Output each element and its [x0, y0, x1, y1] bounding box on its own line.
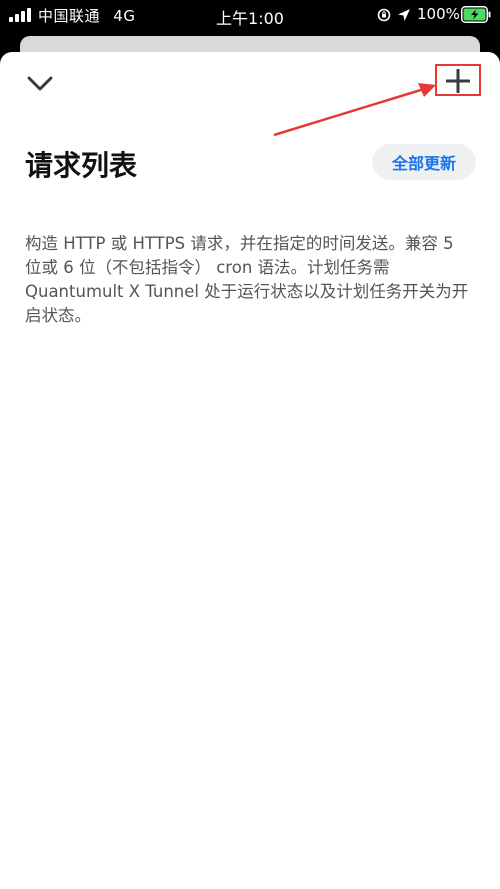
request-list-sheet: 请求列表 全部更新 构造 HTTP 或 HTTPS 请求，并在指定的时间发送。兼… — [0, 52, 500, 889]
rotation-lock-icon — [377, 8, 391, 22]
location-arrow-icon — [398, 9, 410, 21]
battery-charging-icon — [461, 6, 491, 23]
battery-percentage: 100% — [417, 5, 460, 23]
update-all-button[interactable]: 全部更新 — [372, 144, 476, 180]
status-bar: 中国联通 4G 上午1:00 100% — [0, 0, 500, 30]
page-title: 请求列表 — [25, 149, 138, 182]
description-text: 构造 HTTP 或 HTTPS 请求，并在指定的时间发送。兼容 5 位或 6 位… — [25, 234, 469, 325]
plus-icon — [446, 69, 470, 93]
chevron-down-icon[interactable] — [22, 70, 58, 98]
